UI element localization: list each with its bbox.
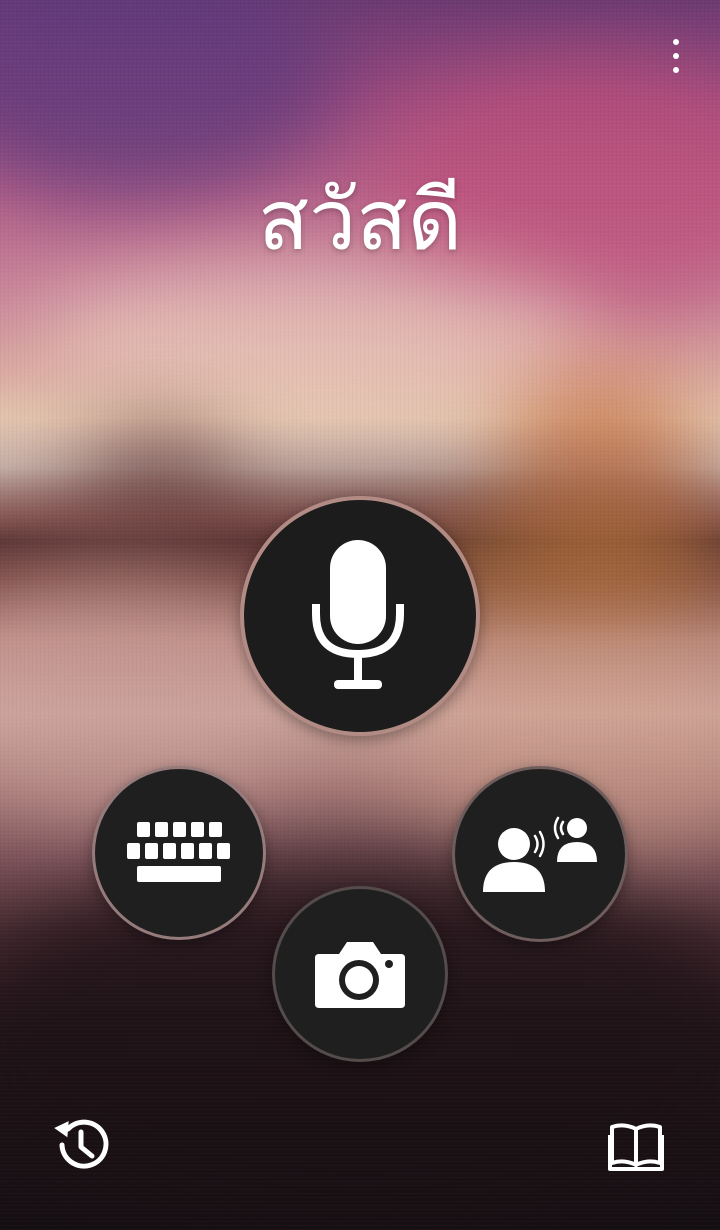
conversation-mode-button[interactable] <box>452 766 628 942</box>
phrasebook-icon <box>608 1123 664 1171</box>
microphone-button[interactable] <box>240 496 480 736</box>
history-button[interactable] <box>50 1112 116 1178</box>
camera-icon <box>315 942 405 1008</box>
keyboard-input-button[interactable] <box>92 766 266 940</box>
conversation-icon <box>483 816 597 892</box>
greeting-text: สวัสดี <box>257 171 463 269</box>
microphone-icon <box>312 540 404 689</box>
history-icon <box>54 1119 109 1169</box>
more-options-menu-button[interactable] <box>652 28 700 84</box>
more-vertical-icon <box>673 39 679 45</box>
phrasebook-button[interactable] <box>604 1114 668 1178</box>
keyboard-icon <box>127 822 230 882</box>
camera-translate-button[interactable] <box>272 886 448 1062</box>
translator-home-screen: สวัสดี <box>0 0 720 1230</box>
